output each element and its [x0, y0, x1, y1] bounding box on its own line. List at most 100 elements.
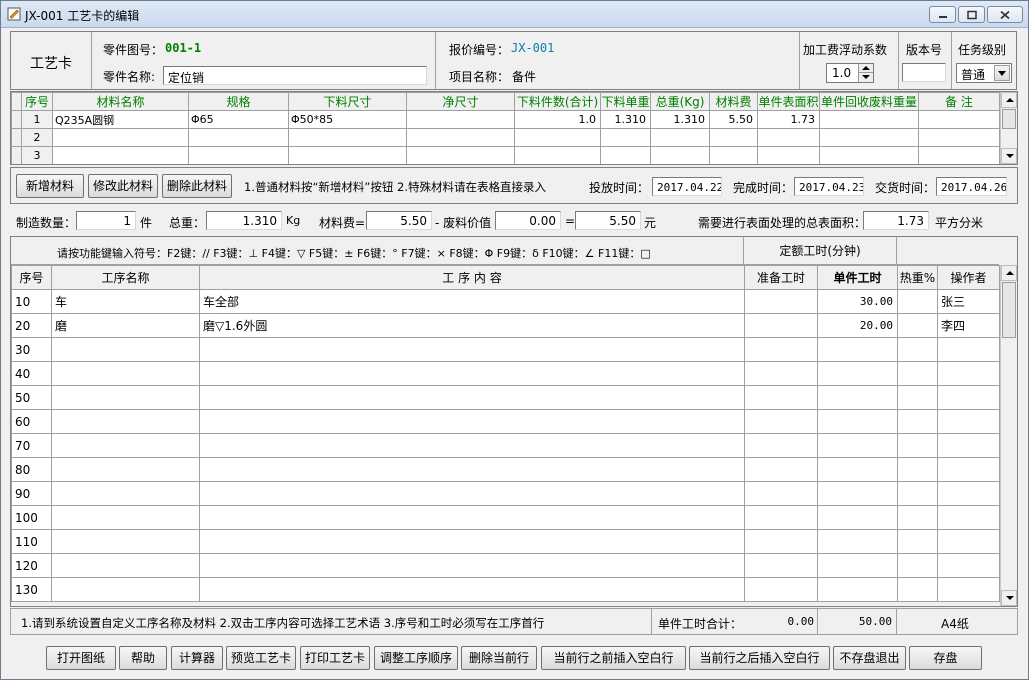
table-cell[interactable]: 130 — [11, 577, 52, 602]
table-cell[interactable] — [51, 577, 200, 602]
table-cell[interactable]: Q235A圆钢 — [52, 110, 189, 129]
table-cell[interactable] — [817, 481, 898, 506]
table-cell[interactable] — [199, 433, 745, 458]
col-header[interactable]: 单件工时 — [817, 265, 898, 290]
table-cell[interactable] — [288, 146, 407, 164]
table-cell[interactable]: 20 — [11, 313, 52, 338]
table-row[interactable]: 130 — [11, 577, 1000, 602]
open-drawing-button[interactable]: 打开图纸 — [46, 646, 116, 670]
col-header[interactable]: 备 注 — [918, 92, 1000, 111]
table-cell[interactable]: 40 — [11, 361, 52, 386]
table-cell[interactable] — [744, 289, 818, 314]
save-button[interactable]: 存盘 — [909, 646, 982, 670]
table-cell[interactable] — [817, 337, 898, 362]
materials-grid[interactable]: 序号 材料名称 规格 下料尺寸 净尺寸 下料件数(合计) 下料单重 总重(Kg)… — [10, 91, 1018, 165]
table-cell[interactable] — [918, 110, 1000, 129]
scroll-down-button[interactable] — [1001, 590, 1017, 606]
materials-scrollbar[interactable] — [1000, 92, 1017, 164]
version-field[interactable] — [902, 63, 946, 82]
table-cell[interactable] — [51, 337, 200, 362]
material-cost-field[interactable]: 5.50 — [366, 211, 432, 230]
table-cell[interactable] — [744, 433, 818, 458]
col-header[interactable]: 下料单重 — [600, 92, 651, 111]
scrap-value-field[interactable]: 0.00 — [495, 211, 561, 230]
table-cell[interactable] — [514, 146, 601, 164]
edit-material-button[interactable]: 修改此材料 — [88, 174, 158, 198]
table-cell[interactable] — [937, 337, 1000, 362]
table-cell[interactable] — [199, 409, 745, 434]
row-indicator[interactable] — [11, 146, 22, 164]
table-cell[interactable] — [897, 337, 938, 362]
calculator-button[interactable]: 计算器 — [171, 646, 223, 670]
table-cell[interactable] — [819, 110, 919, 129]
table-cell[interactable]: 1.310 — [650, 110, 710, 129]
table-cell[interactable] — [744, 385, 818, 410]
table-cell[interactable] — [817, 577, 898, 602]
table-cell[interactable] — [744, 577, 818, 602]
table-cell[interactable]: 李四 — [937, 313, 1000, 338]
table-cell[interactable] — [199, 385, 745, 410]
col-header[interactable]: 下料件数(合计) — [514, 92, 601, 111]
dropdown-button[interactable] — [994, 65, 1010, 81]
col-header[interactable]: 材料费 — [709, 92, 758, 111]
table-cell[interactable] — [199, 481, 745, 506]
table-cell[interactable] — [51, 385, 200, 410]
table-cell[interactable]: 100 — [11, 505, 52, 530]
table-cell[interactable] — [937, 361, 1000, 386]
table-cell[interactable] — [897, 481, 938, 506]
table-cell[interactable] — [897, 385, 938, 410]
area-field[interactable]: 1.73 — [863, 211, 929, 230]
col-header[interactable]: 单件回收废料重量 — [819, 92, 919, 111]
table-cell[interactable] — [709, 128, 758, 147]
table-cell[interactable] — [817, 529, 898, 554]
table-cell[interactable] — [188, 146, 289, 164]
scroll-down-button[interactable] — [1001, 148, 1017, 164]
table-cell[interactable]: 110 — [11, 529, 52, 554]
table-cell[interactable] — [51, 481, 200, 506]
insert-after-button[interactable]: 当前行之后插入空白行 — [689, 646, 830, 670]
table-cell[interactable]: 20.00 — [817, 313, 898, 338]
table-cell[interactable] — [744, 457, 818, 482]
table-cell[interactable]: 80 — [11, 457, 52, 482]
table-cell[interactable] — [51, 553, 200, 578]
col-header[interactable]: 序号 — [11, 265, 52, 290]
table-cell[interactable] — [199, 553, 745, 578]
table-cell[interactable] — [817, 409, 898, 434]
process-scrollbar[interactable] — [1000, 265, 1017, 606]
table-cell[interactable] — [744, 337, 818, 362]
table-row[interactable]: 70 — [11, 433, 1000, 458]
add-material-button[interactable]: 新增材料 — [16, 174, 84, 198]
table-row[interactable]: 1 Q235A圆钢 Φ65 Φ50*85 1.0 1.310 1.310 5.50 1.73 — [11, 110, 1000, 129]
preview-button[interactable]: 预览工艺卡 — [226, 646, 296, 670]
table-cell[interactable] — [744, 553, 818, 578]
table-row[interactable]: 20 磨磨▽1.6外圆 20.00 李四 — [11, 313, 1000, 338]
table-cell[interactable] — [937, 505, 1000, 530]
table-cell[interactable] — [817, 433, 898, 458]
table-cell[interactable] — [817, 553, 898, 578]
table-cell[interactable]: 车全部 — [199, 289, 745, 314]
table-cell[interactable] — [937, 529, 1000, 554]
table-cell[interactable]: 车 — [51, 289, 200, 314]
table-cell[interactable]: Φ65 — [188, 110, 289, 129]
table-cell[interactable]: 120 — [11, 553, 52, 578]
table-cell[interactable] — [288, 128, 407, 147]
table-cell[interactable] — [514, 128, 601, 147]
maximize-button[interactable] — [958, 6, 985, 23]
table-cell[interactable] — [819, 128, 919, 147]
table-cell[interactable]: 70 — [11, 433, 52, 458]
table-row[interactable]: 100 — [11, 505, 1000, 530]
table-cell[interactable] — [937, 433, 1000, 458]
scroll-thumb[interactable] — [1002, 282, 1016, 338]
table-cell[interactable]: 60 — [11, 409, 52, 434]
table-cell[interactable] — [897, 577, 938, 602]
table-cell[interactable] — [757, 146, 820, 164]
table-cell[interactable] — [744, 409, 818, 434]
table-cell[interactable] — [51, 529, 200, 554]
table-cell[interactable] — [757, 128, 820, 147]
col-header[interactable]: 热重% — [897, 265, 938, 290]
exit-no-save-button[interactable]: 不存盘退出 — [833, 646, 906, 670]
scroll-up-button[interactable] — [1001, 265, 1017, 281]
table-cell[interactable]: 5.50 — [709, 110, 758, 129]
print-button[interactable]: 打印工艺卡 — [300, 646, 370, 670]
table-cell[interactable] — [897, 361, 938, 386]
